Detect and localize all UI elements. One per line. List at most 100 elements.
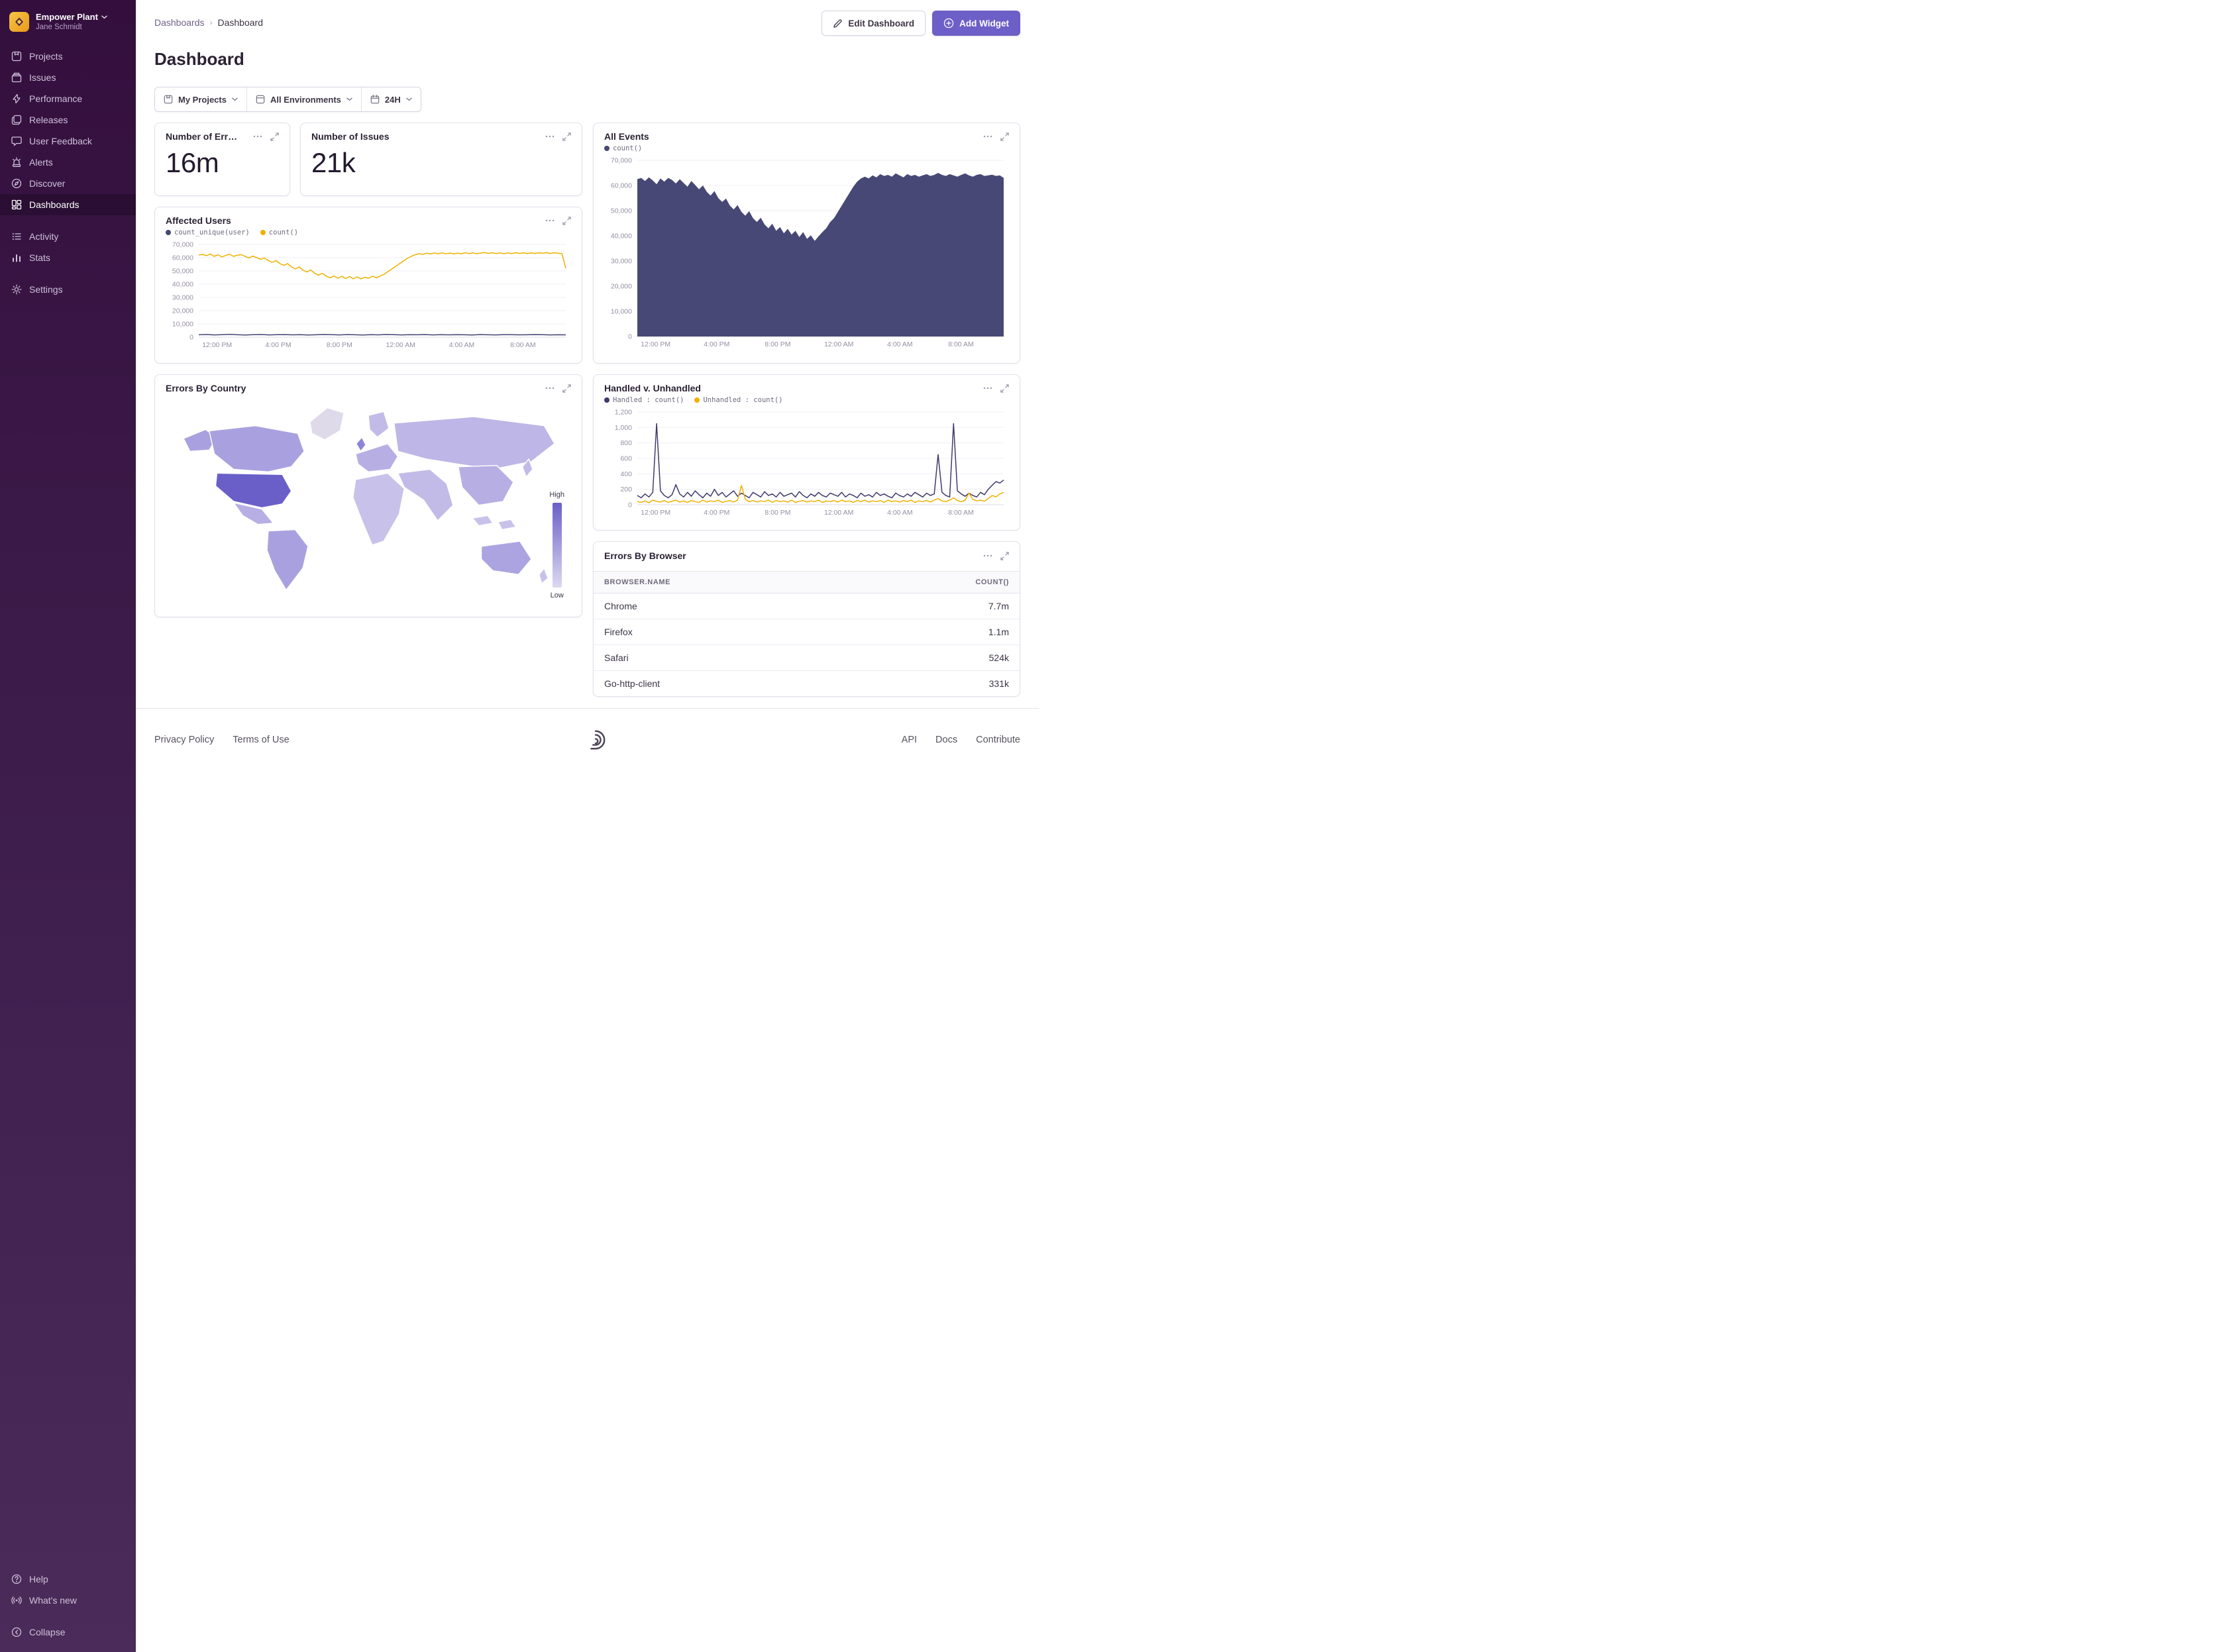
plus-circle-icon (943, 18, 954, 28)
contribute-link[interactable]: Contribute (976, 735, 1020, 745)
svg-text:8:00 PM: 8:00 PM (765, 340, 790, 348)
column-header-count[interactable]: COUNT() (856, 572, 1020, 594)
map-legend-gradient (553, 503, 562, 588)
sidebar-item-releases[interactable]: Releases (0, 109, 136, 130)
map-region-middle-east-india[interactable] (398, 470, 453, 521)
widget-menu-icon[interactable] (545, 384, 555, 393)
map-region-africa[interactable] (353, 473, 405, 545)
map-region-south-america[interactable] (267, 530, 308, 590)
sidebar-item-user-feedback[interactable]: User Feedback (0, 130, 136, 152)
time-range-filter[interactable]: 24H (361, 87, 421, 111)
table-row[interactable]: Chrome7.7m (594, 594, 1020, 619)
widget-menu-icon[interactable] (983, 384, 992, 393)
dashboards-icon (11, 199, 23, 210)
map-region-east-asia[interactable] (458, 466, 513, 505)
widget-affected-users: Affected Users count_unique(user) count(… (154, 207, 582, 364)
map-region-australia[interactable] (482, 541, 532, 574)
org-name: Empower Plant (36, 12, 98, 23)
legend-unhandled: Unhandled : count() (694, 396, 782, 404)
map-region-uk[interactable] (356, 437, 366, 451)
sidebar-item-label: Projects (29, 51, 63, 62)
docs-link[interactable]: Docs (935, 735, 957, 745)
table-row[interactable]: Firefox1.1m (594, 619, 1020, 645)
breadcrumb-dashboards[interactable]: Dashboards (154, 17, 205, 28)
sidebar-item-issues[interactable]: Issues (0, 67, 136, 88)
chevron-down-icon (232, 97, 238, 101)
widget-title: Number of Err… (166, 131, 237, 142)
chevron-down-icon (406, 97, 412, 101)
widget-expand-icon[interactable] (562, 384, 571, 393)
environment-filter[interactable]: All Environments (246, 87, 361, 111)
sidebar-item-alerts[interactable]: Alerts (0, 152, 136, 173)
table-row[interactable]: Go-http-client331k (594, 671, 1020, 697)
sidebar-item-whats-new[interactable]: What's new (0, 1590, 136, 1611)
widget-grid: Number of Err… 16m Number of Issues (136, 112, 1039, 697)
widget-expand-icon[interactable] (1000, 384, 1009, 393)
org-switcher[interactable]: Empower Plant Jane Schmidt (0, 9, 136, 39)
project-filter-label: My Projects (178, 95, 227, 105)
map-region-se-asia[interactable] (472, 515, 493, 526)
widget-expand-icon[interactable] (562, 132, 571, 141)
api-link[interactable]: API (902, 735, 917, 745)
widget-expand-icon[interactable] (562, 217, 571, 225)
svg-text:4:00 AM: 4:00 AM (887, 340, 913, 348)
sidebar-nav: Projects Issues Performance Releases Use… (0, 46, 136, 300)
discover-icon (11, 178, 23, 189)
edit-dashboard-button[interactable]: Edit Dashboard (822, 11, 926, 36)
map-region-usa[interactable] (215, 473, 291, 507)
svg-text:0: 0 (628, 501, 632, 509)
svg-text:70,000: 70,000 (172, 241, 193, 249)
map-region-russia[interactable] (394, 417, 555, 469)
widget-number-of-issues: Number of Issues 21k (300, 123, 582, 196)
environment-filter-label: All Environments (270, 95, 341, 105)
widget-menu-icon[interactable] (983, 551, 992, 560)
legend-handled: Handled : count() (604, 396, 684, 404)
sidebar: Empower Plant Jane Schmidt Projects Issu… (0, 0, 136, 1652)
widget-expand-icon[interactable] (1000, 552, 1009, 560)
widget-menu-icon[interactable] (983, 132, 992, 141)
map-region-greenland[interactable] (310, 408, 344, 440)
help-icon (11, 1574, 23, 1584)
widget-errors-by-browser: Errors By Browser BROWSER.NAME COUNT() C… (593, 541, 1020, 697)
legend-count-unique-user: count_unique(user) (166, 229, 250, 236)
sidebar-item-performance[interactable]: Performance (0, 88, 136, 109)
svg-text:40,000: 40,000 (172, 281, 193, 289)
legend-dot (166, 230, 171, 235)
releases-icon (11, 115, 23, 125)
widget-expand-icon[interactable] (270, 132, 279, 141)
widget-menu-icon[interactable] (545, 216, 555, 225)
widget-menu-icon[interactable] (545, 132, 555, 141)
alerts-icon (11, 157, 23, 168)
sidebar-item-help[interactable]: Help (0, 1569, 136, 1590)
legend-dot (694, 397, 700, 403)
map-region-indonesia[interactable] (498, 519, 516, 530)
topbar: Dashboards › Dashboard Edit Dashboard Ad… (136, 0, 1039, 36)
project-filter[interactable]: My Projects (155, 87, 246, 111)
sidebar-item-stats[interactable]: Stats (0, 247, 136, 268)
widget-menu-icon[interactable] (253, 132, 262, 141)
sidebar-item-discover[interactable]: Discover (0, 173, 136, 194)
map-region-canada[interactable] (209, 426, 304, 472)
add-widget-button[interactable]: Add Widget (932, 11, 1020, 36)
table-row[interactable]: Safari524k (594, 645, 1020, 671)
svg-text:10,000: 10,000 (172, 321, 193, 329)
column-header-browser-name[interactable]: BROWSER.NAME (594, 572, 856, 594)
sidebar-item-activity[interactable]: Activity (0, 226, 136, 247)
sidebar-item-projects[interactable]: Projects (0, 46, 136, 67)
activity-icon (11, 231, 23, 242)
map-region-scandinavia[interactable] (368, 411, 389, 437)
privacy-policy-link[interactable]: Privacy Policy (154, 735, 214, 745)
terms-of-use-link[interactable]: Terms of Use (233, 735, 289, 745)
sidebar-item-dashboards[interactable]: Dashboards (0, 194, 136, 215)
widget-expand-icon[interactable] (1000, 132, 1009, 141)
map-legend-low: Low (551, 592, 564, 599)
map-region-new-zealand[interactable] (539, 568, 549, 584)
svg-text:12:00 PM: 12:00 PM (641, 340, 670, 348)
widget-number-of-errors: Number of Err… 16m (154, 123, 290, 196)
legend-count: count() (604, 144, 642, 152)
widget-title: All Events (604, 131, 649, 142)
svg-text:12:00 AM: 12:00 AM (824, 509, 853, 517)
sidebar-collapse-button[interactable]: Collapse (0, 1622, 136, 1643)
sidebar-item-settings[interactable]: Settings (0, 279, 136, 300)
svg-text:8:00 AM: 8:00 AM (948, 509, 974, 517)
